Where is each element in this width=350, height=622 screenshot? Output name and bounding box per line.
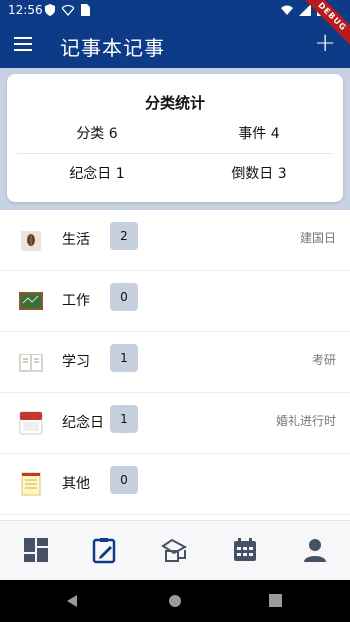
list-item-anniversary[interactable]: 纪念日 1 婚礼进行时 <box>0 393 350 454</box>
category-label: 生活 <box>62 232 90 248</box>
latest-event: 建国日 <box>299 231 336 245</box>
app-title: 记事本记事 <box>60 36 165 60</box>
list-item-other[interactable]: 其他 0 <box>0 454 350 515</box>
anniversary-count: 纪念日 1 <box>69 166 125 182</box>
category-count: 分类 6 <box>76 126 118 142</box>
recents-icon[interactable] <box>269 594 282 607</box>
shield-icon <box>45 4 55 16</box>
summary-title: 分类统计 <box>144 94 205 112</box>
coffee-icon <box>21 231 41 251</box>
calendar-icon[interactable] <box>231 536 259 564</box>
count-badge: 1 <box>110 405 138 433</box>
back-icon[interactable] <box>65 594 79 608</box>
person-icon[interactable] <box>301 536 329 564</box>
book-icon <box>19 354 43 372</box>
sim-card-icon <box>81 4 90 16</box>
category-label: 纪念日 <box>62 415 104 431</box>
home-icon[interactable] <box>168 594 182 608</box>
count-badge: 0 <box>110 283 138 311</box>
list-item-study[interactable]: 学习 1 考研 <box>0 332 350 393</box>
event-count: 事件 4 <box>238 126 280 142</box>
edit-note-icon[interactable] <box>91 536 119 564</box>
dashboard-icon[interactable] <box>22 536 50 564</box>
wifi-off-icon <box>62 4 74 16</box>
list-item-work[interactable]: 工作 0 <box>0 271 350 332</box>
latest-event: 考研 <box>311 353 336 367</box>
category-label: 其他 <box>62 476 90 492</box>
wedding-icon[interactable] <box>160 536 188 564</box>
notepad-icon <box>21 472 41 496</box>
count-badge: 2 <box>110 222 138 250</box>
system-nav-bar <box>0 580 350 622</box>
category-label: 工作 <box>62 293 90 309</box>
calendar-date-icon <box>19 411 43 435</box>
bottom-nav <box>0 520 350 581</box>
countdown-count: 倒数日 3 <box>231 166 287 182</box>
list-item-life[interactable]: 生活 2 建国日 <box>0 210 350 271</box>
menu-icon[interactable] <box>14 37 32 51</box>
debug-banner: DEBUG <box>290 0 350 60</box>
count-badge: 0 <box>110 466 138 494</box>
summary-section: 分类统计 分类 6 事件 4 纪念日 1 倒数日 3 <box>0 68 350 210</box>
count-badge: 1 <box>110 344 138 372</box>
category-label: 学习 <box>62 354 90 370</box>
status-time: 12:56 <box>8 3 43 17</box>
chalkboard-icon <box>19 292 43 310</box>
latest-event: 婚礼进行时 <box>275 414 336 428</box>
summary-card: 分类统计 分类 6 事件 4 纪念日 1 倒数日 3 <box>7 74 343 202</box>
summary-divider <box>17 153 333 154</box>
debug-label: DEBUG <box>298 0 350 51</box>
category-list: 生活 2 建国日 工作 0 学习 1 考研 纪念日 1 婚礼进行时 其他 0 <box>0 210 350 515</box>
